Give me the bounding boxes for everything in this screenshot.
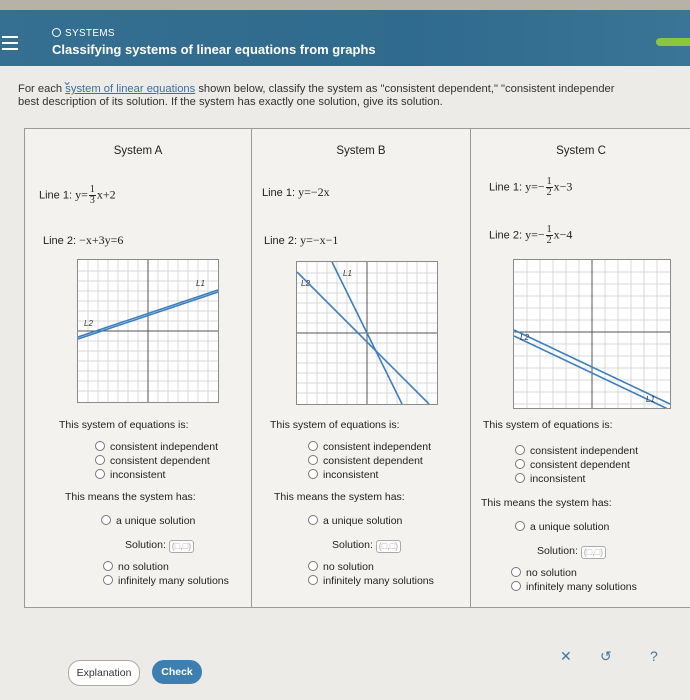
option-inconsistent[interactable]: inconsistent: [95, 469, 165, 481]
option-consistent-dependent[interactable]: consistent dependent: [308, 455, 423, 467]
header-bar: SYSTEMS Classifying systems of linear eq…: [0, 10, 690, 66]
system-c-graph: L1 L2: [513, 259, 671, 411]
graph-label-l1: L1: [343, 269, 352, 278]
option-inconsistent[interactable]: inconsistent: [308, 469, 378, 481]
systems-table: System A Line 1: y= 1 3 x+2 Line 2: −x+3y=6: [24, 128, 690, 608]
option-consistent-dependent[interactable]: consistent dependent: [95, 455, 210, 467]
solution-entry[interactable]: Solution: (□,□): [332, 539, 402, 553]
option-infinitely-many[interactable]: infinitely many solutions: [511, 581, 637, 593]
option-consistent-independent[interactable]: consistent independent: [515, 445, 638, 457]
system-b-column: System B Line 1: y=−2x Line 2: y=−x−1 L1…: [252, 129, 471, 607]
graph-label-l1: L1: [646, 395, 655, 404]
solution-entry[interactable]: Solution: (□,□): [125, 539, 195, 553]
means-prompt: This means the system has:: [274, 491, 405, 503]
graph-svg: L1 L2: [77, 260, 219, 402]
option-inconsistent[interactable]: inconsistent: [515, 473, 585, 485]
system-name: System A: [113, 145, 163, 157]
menu-icon[interactable]: [2, 36, 18, 54]
graph-label-l1: L1: [196, 279, 205, 288]
line-1-equation: Line 1: y=−2x: [262, 185, 330, 199]
option-unique-solution[interactable]: a unique solution: [101, 515, 195, 527]
option-no-solution[interactable]: no solution: [511, 567, 577, 579]
graph-label-l2: L2: [520, 333, 529, 342]
means-prompt: This means the system has:: [65, 491, 196, 503]
option-infinitely-many[interactable]: infinitely many solutions: [308, 575, 434, 587]
undo-icon[interactable]: ↺: [600, 648, 612, 665]
option-consistent-independent[interactable]: consistent independent: [95, 441, 218, 453]
instructions: For each system of linear equations show…: [18, 83, 615, 108]
classify-prompt: This system of equations is:: [59, 419, 189, 431]
line-2-equation: Line 2: −x+3y=6: [43, 233, 124, 247]
system-name: System B: [336, 145, 386, 157]
line-2-equation: Line 2: y=−x−1: [264, 233, 339, 247]
check-button[interactable]: Check: [152, 660, 202, 684]
graph-label-l2: L2: [301, 279, 310, 288]
help-icon[interactable]: ?: [650, 648, 658, 664]
graph-svg: L1 L2: [513, 260, 671, 411]
option-consistent-independent[interactable]: consistent independent: [308, 441, 431, 453]
option-consistent-dependent[interactable]: consistent dependent: [515, 459, 630, 471]
system-name: System C: [556, 145, 606, 157]
system-c-column: System C Line 1: y=− 1 2 x−3 Line 2: y=− 1 2 x…: [471, 129, 690, 607]
progress-indicator: [656, 38, 690, 46]
option-unique-solution[interactable]: a unique solution: [515, 521, 609, 533]
line-1-equation: Line 1: y=− 1 2 x−3: [489, 176, 573, 198]
option-unique-solution[interactable]: a unique solution: [308, 515, 402, 527]
solution-entry[interactable]: Solution: (□,□): [537, 545, 607, 559]
means-prompt: This means the system has:: [481, 497, 612, 509]
glossary-link[interactable]: system of linear equations: [65, 83, 195, 95]
line-2-equation: Line 2: y=− 1 2 x−4: [489, 224, 573, 246]
graph-svg: L1 L2: [296, 261, 437, 405]
explanation-button[interactable]: Explanation: [68, 660, 140, 686]
system-b-graph: L1 L2: [296, 261, 438, 405]
classify-prompt: This system of equations is:: [270, 419, 400, 431]
system-a-graph: L1 L2: [77, 259, 219, 403]
option-no-solution[interactable]: no solution: [308, 561, 374, 573]
graph-label-l2: L2: [84, 319, 93, 328]
page-title: Classifying systems of linear equations …: [52, 42, 376, 57]
option-no-solution[interactable]: no solution: [103, 561, 169, 573]
line-1-equation: Line 1: y= 1 3 x+2: [39, 184, 116, 206]
system-a-column: System A Line 1: y= 1 3 x+2 Line 2: −x+3y=6: [25, 129, 252, 607]
classify-prompt: This system of equations is:: [483, 419, 613, 431]
close-icon[interactable]: ✕: [560, 648, 572, 665]
top-strip: [0, 0, 690, 10]
option-infinitely-many[interactable]: infinitely many solutions: [103, 575, 229, 587]
topic-label: SYSTEMS: [52, 28, 115, 39]
